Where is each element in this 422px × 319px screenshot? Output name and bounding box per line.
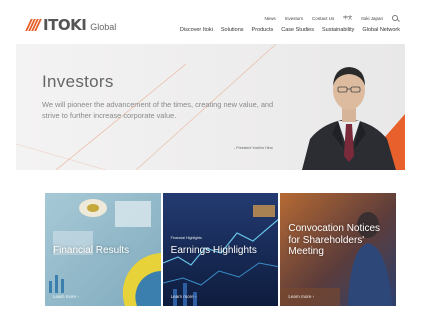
util-link-contact[interactable]: Contact Us	[312, 16, 334, 21]
nav-item-sustainability[interactable]: Sustainability	[322, 27, 354, 33]
nav-item-products[interactable]: Products	[252, 27, 274, 33]
search-icon[interactable]	[392, 15, 398, 21]
card-eyebrow: Financial Highlights	[170, 236, 202, 240]
learn-more-link[interactable]: Learn more ›	[53, 294, 79, 299]
nav-item-discover[interactable]: Discover Itoki	[180, 27, 213, 33]
card-title: Financial Results	[53, 245, 130, 256]
learn-more-link[interactable]: Learn more ›	[171, 294, 197, 299]
logo-brand-text: ITOKI	[43, 16, 87, 34]
itoki-logo-mark-icon	[25, 18, 42, 32]
nav-item-global-network[interactable]: Global Network	[362, 27, 400, 33]
card-earnings-highlights[interactable]: Financial Highlights Earnings Highlights…	[162, 193, 279, 306]
hero-caption: - President Yoshiro Hirai	[234, 146, 273, 150]
card-title: Convocation Notices for Shareholders' Me…	[288, 223, 381, 257]
utility-nav: News Investors Contact Us 中文 Itoki Japan	[264, 15, 398, 21]
util-link-investors[interactable]: Investors	[285, 16, 303, 21]
card-financial-results[interactable]: Financial Results Learn more ›	[45, 193, 161, 306]
logo-suffix-text: Global	[90, 21, 117, 32]
site-header: ITOKI Global News Investors Contact Us 中…	[0, 0, 422, 44]
itoki-logo[interactable]: ITOKI Global	[25, 16, 117, 34]
card-convocation-notices[interactable]: Convocation Notices for Shareholders' Me…	[280, 193, 397, 306]
hero-banner: Investors We will pioneer the advancemen…	[16, 44, 405, 170]
hero-title: Investors	[42, 72, 114, 91]
util-link-news[interactable]: News	[264, 16, 275, 21]
language-link[interactable]: 中文	[343, 15, 352, 21]
card-title: Earnings Highlights	[170, 245, 257, 256]
main-nav: Discover Itoki Solutions Products Case S…	[180, 27, 400, 33]
region-link[interactable]: Itoki Japan	[361, 16, 383, 21]
learn-more-link[interactable]: Learn more ›	[288, 294, 314, 299]
investor-cards: Financial Results Learn more › Financial…	[45, 193, 397, 306]
nav-item-solutions[interactable]: Solutions	[221, 27, 244, 33]
nav-item-case-studies[interactable]: Case Studies	[281, 27, 314, 33]
president-photo	[302, 67, 396, 170]
hero-text: We will pioneer the advancement of the t…	[42, 100, 274, 120]
